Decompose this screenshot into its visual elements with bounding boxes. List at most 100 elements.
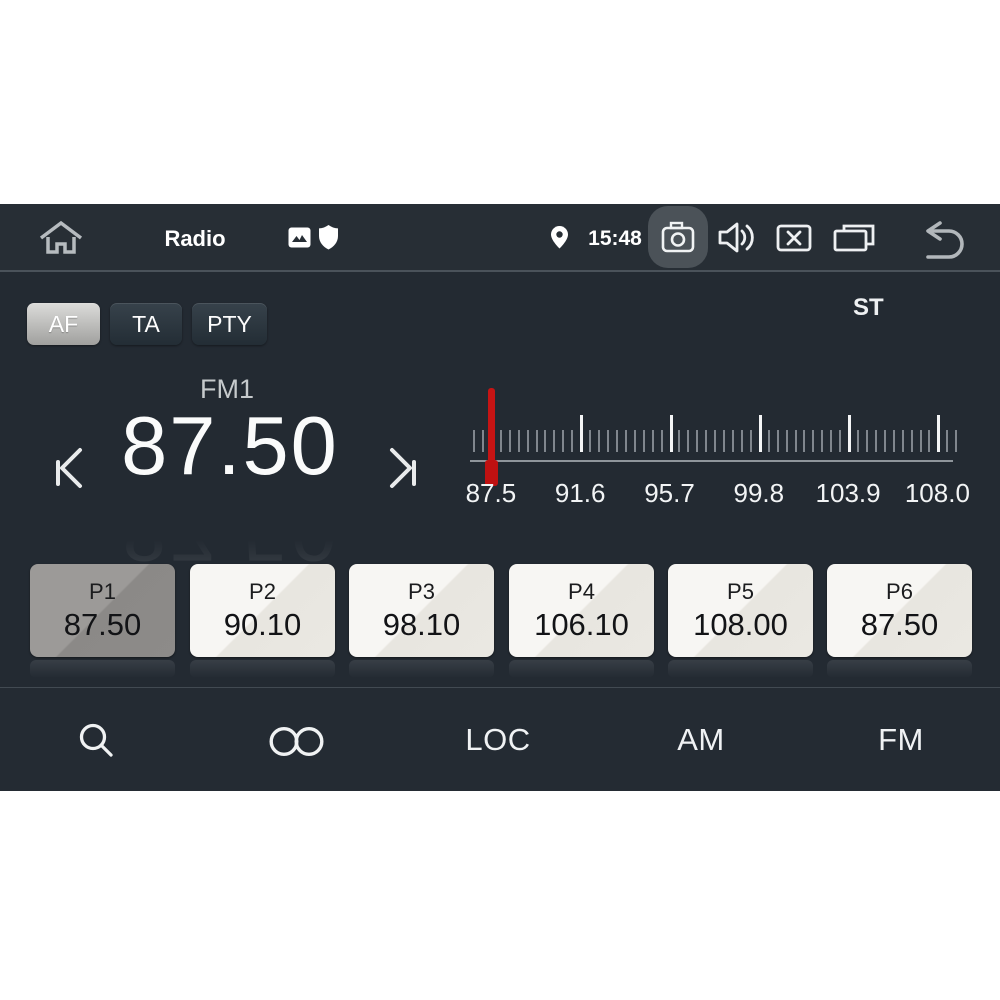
scale-baseline — [470, 460, 953, 462]
divider — [0, 270, 1000, 272]
preset-p4-button[interactable]: P4 106.10 — [509, 564, 654, 657]
scale-minor-tick — [652, 430, 654, 452]
scale-minor-tick — [830, 430, 832, 452]
status-bar: Radio 15:48 — [0, 204, 1000, 270]
scale-minor-tick — [893, 430, 895, 452]
scale-minor-tick — [803, 430, 805, 452]
shield-icon — [319, 225, 338, 250]
back-icon[interactable] — [916, 221, 968, 259]
scale-minor-tick — [678, 430, 680, 452]
scale-major-tick — [759, 415, 762, 452]
scale-minor-tick — [661, 430, 663, 452]
scale-minor-tick — [884, 430, 886, 452]
scale-minor-tick — [589, 430, 591, 452]
scale-minor-tick — [723, 430, 725, 452]
am-button[interactable]: AM — [641, 722, 761, 758]
scale-minor-tick — [741, 430, 743, 452]
scale-minor-tick — [955, 430, 957, 452]
scale-minor-tick — [705, 430, 707, 452]
pty-toggle-button[interactable]: PTY — [192, 303, 267, 345]
ta-toggle-button[interactable]: TA — [110, 303, 182, 345]
scale-minor-tick — [920, 430, 922, 452]
scale-major-tick — [580, 415, 583, 452]
scale-minor-tick — [750, 430, 752, 452]
preset-p6-button[interactable]: P6 87.50 — [827, 564, 972, 657]
stereo-indicator: ST — [853, 294, 884, 322]
preset-id: P2 — [249, 579, 276, 605]
scale-minor-tick — [795, 430, 797, 452]
preset-reflection — [509, 660, 654, 678]
app-title: Radio — [150, 226, 240, 252]
preset-id: P3 — [408, 579, 435, 605]
volume-icon[interactable] — [718, 221, 758, 254]
preset-reflection — [668, 660, 813, 678]
scale-label: 91.6 — [555, 478, 606, 509]
scale-major-tick — [848, 415, 851, 452]
scale-minor-tick — [875, 430, 877, 452]
search-icon[interactable] — [78, 722, 116, 760]
preset-id: P4 — [568, 579, 595, 605]
close-window-icon[interactable] — [776, 224, 812, 252]
preset-reflection — [349, 660, 494, 678]
fm-button[interactable]: FM — [841, 722, 961, 758]
preset-reflection — [827, 660, 972, 678]
tuning-needle-icon — [485, 388, 498, 486]
preset-p1-button[interactable]: P1 87.50 — [30, 564, 175, 657]
preset-id: P1 — [89, 579, 116, 605]
scale-minor-tick — [607, 430, 609, 452]
scale-minor-tick — [696, 430, 698, 452]
image-icon — [288, 227, 311, 248]
clock: 15:48 — [582, 227, 648, 251]
frequency-reflection: 87.50 — [85, 491, 375, 574]
af-toggle-button[interactable]: AF — [27, 303, 100, 345]
scale-minor-tick — [732, 430, 734, 452]
scale-minor-tick — [562, 430, 564, 452]
scale-minor-tick — [544, 430, 546, 452]
scale-minor-tick — [473, 430, 475, 452]
scale-minor-tick — [839, 430, 841, 452]
scale-major-tick — [937, 415, 940, 452]
preset-frequency: 87.50 — [861, 607, 939, 643]
preset-p5-button[interactable]: P5 108.00 — [668, 564, 813, 657]
car-radio-screen: Radio 15:48 — [0, 204, 1000, 791]
scale-minor-tick — [911, 430, 913, 452]
scale-minor-tick — [946, 430, 948, 452]
preset-frequency: 90.10 — [224, 607, 302, 643]
scale-label: 108.0 — [905, 478, 970, 509]
preset-id: P5 — [727, 579, 754, 605]
scale-minor-tick — [616, 430, 618, 452]
loc-button[interactable]: LOC — [438, 722, 558, 758]
scale-minor-tick — [687, 430, 689, 452]
scale-label: 95.7 — [644, 478, 695, 509]
loop-icon[interactable] — [266, 726, 328, 757]
preset-frequency: 108.00 — [693, 607, 788, 643]
scale-minor-tick — [902, 430, 904, 452]
camera-icon — [661, 221, 695, 253]
scale-minor-tick — [553, 430, 555, 452]
camera-button[interactable] — [648, 206, 708, 268]
scale-minor-tick — [500, 430, 502, 452]
location-icon — [551, 226, 568, 249]
scale-minor-tick — [571, 430, 573, 452]
seek-next-icon[interactable] — [384, 444, 420, 492]
scale-minor-tick — [786, 430, 788, 452]
scale-minor-tick — [643, 430, 645, 452]
scale-minor-tick — [536, 430, 538, 452]
ta-label: TA — [132, 311, 160, 338]
preset-frequency: 87.50 — [64, 607, 142, 643]
scale-label: 87.5 — [466, 478, 517, 509]
preset-reflection — [30, 660, 175, 678]
scale-minor-tick — [634, 430, 636, 452]
scale-minor-tick — [768, 430, 770, 452]
preset-p3-button[interactable]: P3 98.10 — [349, 564, 494, 657]
scale-minor-tick — [518, 430, 520, 452]
home-icon[interactable] — [37, 220, 85, 256]
scale-major-tick — [670, 415, 673, 452]
scale-label: 99.8 — [733, 478, 784, 509]
preset-p2-button[interactable]: P2 90.10 — [190, 564, 335, 657]
recent-apps-icon[interactable] — [832, 223, 876, 253]
seek-previous-icon[interactable] — [52, 444, 88, 492]
scale-label: 103.9 — [816, 478, 881, 509]
preset-frequency: 106.10 — [534, 607, 629, 643]
scale-minor-tick — [777, 430, 779, 452]
